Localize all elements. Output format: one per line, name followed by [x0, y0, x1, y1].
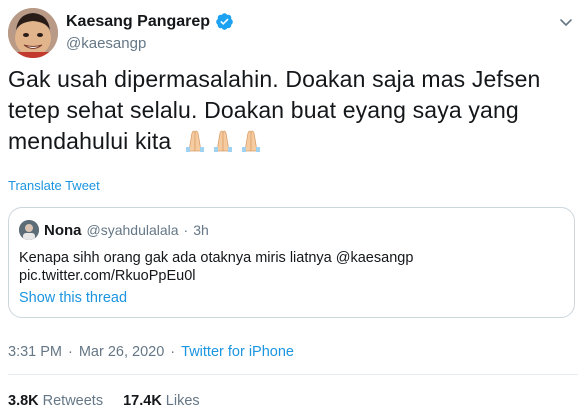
retweets-count: 3.8K [8, 393, 39, 409]
tweet-meta: 3:31 PM · Mar 26, 2020 · Twitter for iPh… [8, 344, 294, 360]
tweet-header: Kaesang Pangarep @kaesangp [8, 8, 580, 60]
quoted-author-avatar[interactable] [19, 220, 39, 240]
folded-hands-icon [182, 127, 266, 161]
tweet-text: Gak usah dipermasalahin. Doakan saja mas… [8, 66, 541, 154]
tweet-date[interactable]: Mar 26, 2020 [79, 344, 164, 360]
author-name[interactable]: Kaesang Pangarep [66, 13, 210, 31]
retweets-label: Retweets [42, 393, 104, 409]
meta-separator: · [170, 344, 176, 360]
quoted-timestamp[interactable]: 3h [193, 222, 209, 238]
quoted-pic-link[interactable]: pic.twitter.com/RkuoPpEu0l [19, 268, 196, 284]
meta-separator: · [68, 344, 73, 360]
show-thread-link[interactable]: Show this thread [19, 290, 127, 306]
likes-count: 17.4K [123, 393, 162, 409]
tweet-source-link[interactable]: Twitter for iPhone [181, 344, 294, 360]
tweet-time[interactable]: 3:31 PM [8, 344, 62, 360]
quoted-author-name[interactable]: Nona [44, 222, 82, 239]
tweet-stats: 3.8K Retweets 17.4K Likes [8, 393, 200, 409]
quoted-author-handle[interactable]: @syahdulalala [87, 222, 179, 238]
likes-stat[interactable]: 17.4K Likes [123, 393, 200, 409]
translate-tweet-link[interactable]: Translate Tweet [8, 178, 100, 193]
retweets-stat[interactable]: 3.8K Retweets [8, 393, 103, 409]
author-handle[interactable]: @kaesangp [66, 35, 146, 52]
likes-label: Likes [165, 393, 200, 409]
verified-badge-icon [215, 12, 234, 31]
quoted-text: Kenapa sihh orang gak ada otaknya miris … [19, 250, 414, 266]
tweet-body: Gak usah dipermasalahin. Doakan saja mas… [8, 64, 574, 161]
chevron-down-icon[interactable] [558, 14, 574, 30]
quoted-tweet[interactable]: Nona @syahdulalala · 3h Kenapa sihh oran… [8, 207, 575, 318]
divider [8, 374, 578, 375]
author-avatar[interactable] [8, 8, 58, 58]
quoted-separator: · [183, 222, 189, 238]
